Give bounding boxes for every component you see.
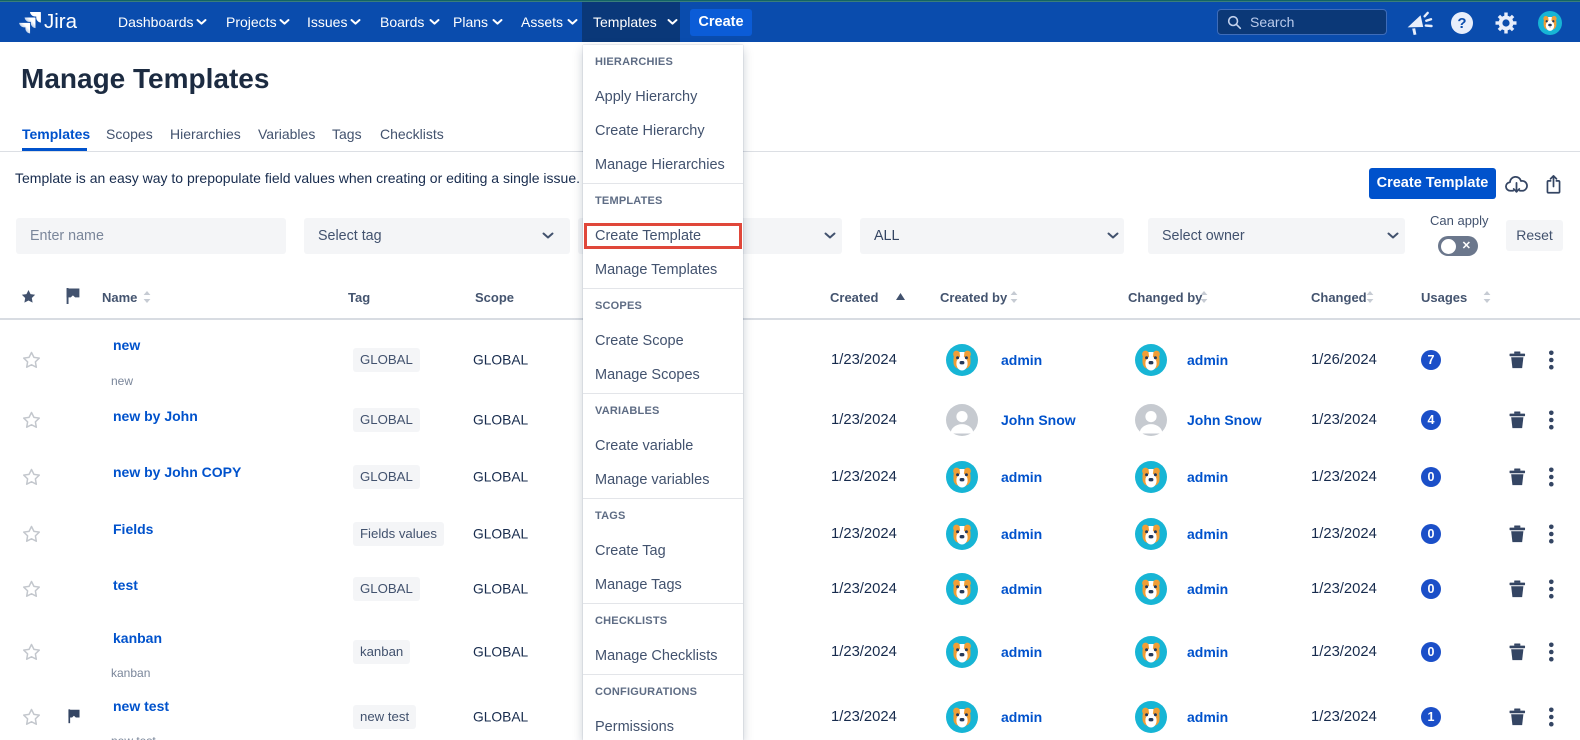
svg-text:?: ?	[1457, 15, 1466, 32]
